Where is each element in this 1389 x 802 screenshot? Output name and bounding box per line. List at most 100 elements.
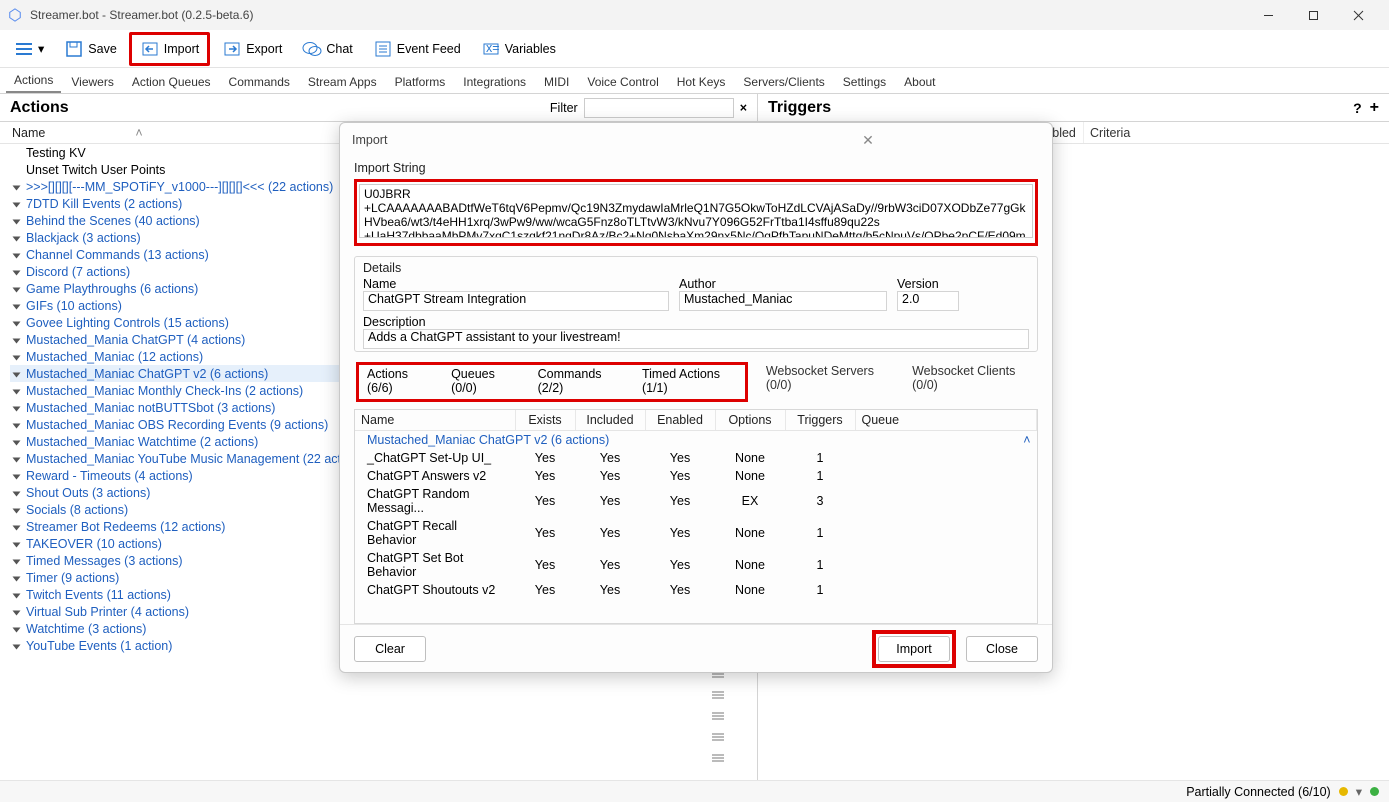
event-feed-label: Event Feed <box>397 42 461 56</box>
export-label: Export <box>246 42 282 56</box>
main-tab-viewers[interactable]: Viewers <box>63 71 121 93</box>
triggers-heading: Triggers <box>768 99 1345 117</box>
name-column-header[interactable]: Name <box>12 126 45 140</box>
filter-input[interactable] <box>584 98 734 118</box>
description-label: Description <box>363 315 426 329</box>
main-tab-commands[interactable]: Commands <box>221 71 298 93</box>
chevron-down-icon[interactable]: ▾ <box>1356 784 1362 799</box>
name-value[interactable]: ChatGPT Stream Integration <box>363 291 669 311</box>
details-label: Details <box>363 261 1029 275</box>
grid-row[interactable]: _ChatGPT Set-Up UI_YesYesYesNone1 <box>355 449 1037 467</box>
import-tab[interactable]: Timed Actions (1/1) <box>638 365 741 397</box>
clear-filter-icon[interactable]: × <box>740 101 747 115</box>
filter-label: Filter <box>550 101 578 115</box>
status-dot-ok-icon <box>1370 787 1379 796</box>
status-bar: Partially Connected (6/10) ▾ <box>0 780 1389 802</box>
save-label: Save <box>88 42 117 56</box>
import-button[interactable]: Import <box>129 32 210 66</box>
export-button[interactable]: Export <box>214 35 290 63</box>
grid-row[interactable]: ChatGPT Shoutouts v2YesYesYesNone1 <box>355 581 1037 599</box>
status-dot-warning-icon <box>1339 787 1348 796</box>
export-icon <box>222 39 242 59</box>
grid-col-exists[interactable]: Exists <box>515 410 575 431</box>
title-bar: Streamer.bot - Streamer.bot (0.2.5-beta.… <box>0 0 1389 30</box>
import-tabs: Actions (6/6) Queues (0/0) Commands (2/2) T… <box>354 356 1038 402</box>
import-icon <box>140 39 160 59</box>
connection-status: Partially Connected (6/10) <box>1186 785 1331 799</box>
grid-row[interactable]: ChatGPT Recall BehaviorYesYesYesNone1 <box>355 517 1037 549</box>
dialog-footer: Clear Import Close <box>340 624 1052 672</box>
import-dialog: Import ✕ Import String Details Name Auth… <box>339 122 1053 673</box>
window-title: Streamer.bot - Streamer.bot (0.2.5-beta.… <box>30 8 1246 22</box>
col-criteria[interactable]: Criteria <box>1084 122 1383 143</box>
toolbar: ▾ Save Import Export Chat Event Feed x= … <box>0 30 1389 68</box>
name-label: Name <box>363 277 669 291</box>
dialog-import-button[interactable]: Import <box>878 636 950 662</box>
dialog-close-icon[interactable]: ✕ <box>696 132 1040 149</box>
main-tab-servers-clients[interactable]: Servers/Clients <box>735 71 832 93</box>
grid-row[interactable]: ChatGPT Random Messagi...YesYesYesEX3 <box>355 485 1037 517</box>
event-feed-button[interactable]: Event Feed <box>365 35 469 63</box>
variables-label: Variables <box>505 42 556 56</box>
import-tab[interactable]: Websocket Clients (0/0) <box>908 362 1036 402</box>
dialog-title: Import <box>352 133 696 147</box>
main-tabs: ActionsViewersAction QueuesCommandsStrea… <box>0 68 1389 94</box>
maximize-button[interactable] <box>1291 0 1336 30</box>
actions-heading: Actions <box>10 99 542 117</box>
import-string-highlight <box>354 179 1038 246</box>
main-tab-actions[interactable]: Actions <box>6 69 61 93</box>
grid-group-row[interactable]: Mustached_Maniac ChatGPT v2 (6 actions)˄ <box>355 431 1037 450</box>
close-button[interactable] <box>1336 0 1381 30</box>
main-tab-integrations[interactable]: Integrations <box>455 71 534 93</box>
save-button[interactable]: Save <box>56 35 125 63</box>
grid-col-options[interactable]: Options <box>715 410 785 431</box>
import-tab[interactable]: Websocket Servers (0/0) <box>762 362 894 402</box>
add-trigger-icon[interactable]: + <box>1370 99 1379 117</box>
description-value[interactable]: Adds a ChatGPT assistant to your livestr… <box>363 329 1029 349</box>
dialog-close-button[interactable]: Close <box>966 636 1038 662</box>
main-tab-stream-apps[interactable]: Stream Apps <box>300 71 385 93</box>
main-tab-midi[interactable]: MIDI <box>536 71 577 93</box>
variables-icon: x= <box>481 39 501 59</box>
menu-button[interactable]: ▾ <box>6 35 52 63</box>
main-tab-settings[interactable]: Settings <box>835 71 894 93</box>
main-tab-hot-keys[interactable]: Hot Keys <box>669 71 734 93</box>
version-label: Version <box>897 277 959 291</box>
app-logo-icon <box>8 8 22 22</box>
minimize-button[interactable] <box>1246 0 1291 30</box>
import-tab[interactable]: Commands (2/2) <box>534 365 624 397</box>
grid-col-name[interactable]: Name <box>355 410 515 431</box>
import-tab[interactable]: Queues (0/0) <box>447 365 520 397</box>
version-value[interactable]: 2.0 <box>897 291 959 311</box>
main-tab-action-queues[interactable]: Action Queues <box>124 71 219 93</box>
chat-label: Chat <box>326 42 352 56</box>
chevron-down-icon: ▾ <box>38 41 44 56</box>
svg-text:x=: x= <box>486 41 500 55</box>
clear-button[interactable]: Clear <box>354 636 426 662</box>
event-feed-icon <box>373 39 393 59</box>
import-label: Import <box>164 42 199 56</box>
author-value[interactable]: Mustached_Maniac <box>679 291 887 311</box>
chat-icon <box>302 39 322 59</box>
main-tab-platforms[interactable]: Platforms <box>387 71 454 93</box>
import-tab[interactable]: Actions (6/6) <box>363 365 433 397</box>
grid-row[interactable]: ChatGPT Set Bot BehaviorYesYesYesNone1 <box>355 549 1037 581</box>
chat-button[interactable]: Chat <box>294 35 360 63</box>
grid-col-triggers[interactable]: Triggers <box>785 410 855 431</box>
details-group: Details Name Author Version ChatGPT Stre… <box>354 256 1038 352</box>
import-string-label: Import String <box>354 161 1038 175</box>
main-tab-about[interactable]: About <box>896 71 943 93</box>
grid-col-included[interactable]: Included <box>575 410 645 431</box>
grid-row[interactable]: ChatGPT Answers v2YesYesYesNone1 <box>355 467 1037 485</box>
save-icon <box>64 39 84 59</box>
grid-col-queue[interactable]: Queue <box>855 410 1037 431</box>
dialog-titlebar: Import ✕ <box>340 123 1052 157</box>
help-icon[interactable]: ? <box>1353 100 1362 116</box>
variables-button[interactable]: x= Variables <box>473 35 564 63</box>
import-string-input[interactable] <box>359 184 1033 238</box>
author-label: Author <box>679 277 887 291</box>
import-actions-grid[interactable]: NameExistsIncludedEnabledOptionsTriggers… <box>354 409 1038 624</box>
grid-col-enabled[interactable]: Enabled <box>645 410 715 431</box>
main-tab-voice-control[interactable]: Voice Control <box>579 71 666 93</box>
sort-indicator-icon: ˄ <box>135 126 142 140</box>
